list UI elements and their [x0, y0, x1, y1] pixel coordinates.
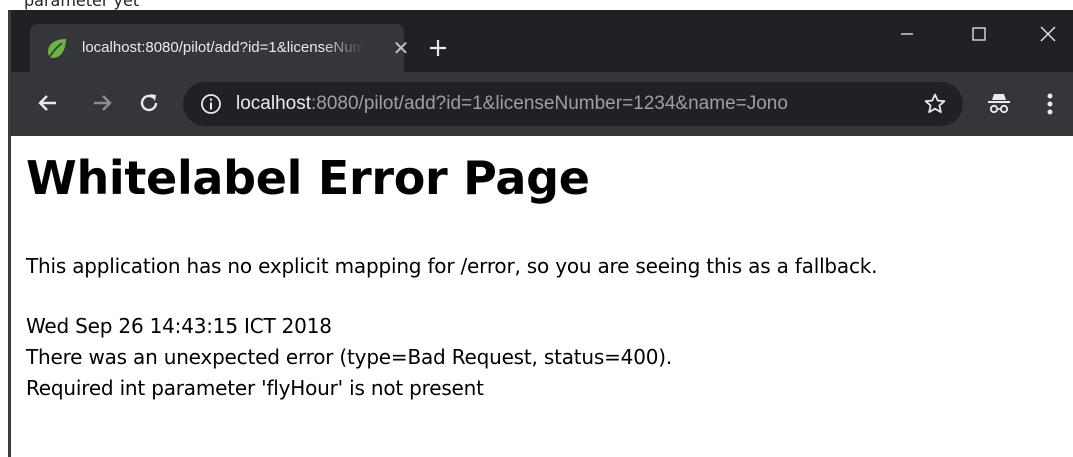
- active-tab[interactable]: localhost:8080/pilot/add?id=1&licenseNum…: [30, 24, 409, 72]
- url-host: localhost: [236, 93, 311, 114]
- window-close-button[interactable]: [1025, 12, 1071, 56]
- minimize-button[interactable]: [884, 12, 930, 56]
- error-message: This application has no explicit mapping…: [26, 254, 878, 278]
- plus-icon[interactable]: [424, 34, 452, 62]
- page-content: Whitelabel Error Page This application h…: [8, 136, 1073, 457]
- close-icon[interactable]: ✕: [390, 37, 412, 59]
- maximize-button[interactable]: [956, 12, 1002, 56]
- reload-icon: [140, 94, 158, 112]
- error-detail: Required int parameter 'flyHour' is not …: [26, 376, 484, 400]
- spring-leaf-icon: [48, 39, 66, 59]
- browser-toolbar: localhost:8080/pilot/add?id=1&licenseNum…: [8, 72, 1073, 136]
- incognito-icon[interactable]: [986, 90, 1012, 116]
- error-timestamp: Wed Sep 26 14:43:15 ICT 2018: [26, 314, 332, 338]
- maximize-icon: [972, 27, 986, 41]
- window-close-icon: [1040, 26, 1056, 42]
- background-page-text: parameter yet: [24, 0, 140, 10]
- url-text[interactable]: localhost:8080/pilot/add?id=1&licenseNum…: [236, 93, 788, 115]
- background-page-strip: parameter yet: [0, 0, 1073, 10]
- browser-window: localhost:8080/pilot/add?id=1&licenseNum…: [8, 10, 1073, 457]
- error-status-line: There was an unexpected error (type=Bad …: [26, 345, 673, 369]
- page-title: Whitelabel Error Page: [26, 151, 590, 205]
- arrow-left-icon: [38, 95, 56, 111]
- url-path: :8080/pilot/add?id=1&licenseNumber=1234&…: [311, 93, 788, 114]
- info-icon[interactable]: [200, 93, 222, 115]
- forward-button[interactable]: [87, 88, 117, 118]
- back-button[interactable]: [33, 88, 63, 118]
- star-icon[interactable]: [923, 92, 947, 116]
- title-bar: localhost:8080/pilot/add?id=1&licenseNum…: [8, 10, 1073, 80]
- minimize-icon: [901, 33, 913, 35]
- reload-button[interactable]: [134, 88, 164, 118]
- tab-title: localhost:8080/pilot/add?id=1&licenseNum…: [82, 39, 364, 56]
- arrow-right-icon: [94, 95, 112, 111]
- kebab-menu-icon[interactable]: [1040, 90, 1060, 118]
- address-bar[interactable]: localhost:8080/pilot/add?id=1&licenseNum…: [183, 82, 963, 126]
